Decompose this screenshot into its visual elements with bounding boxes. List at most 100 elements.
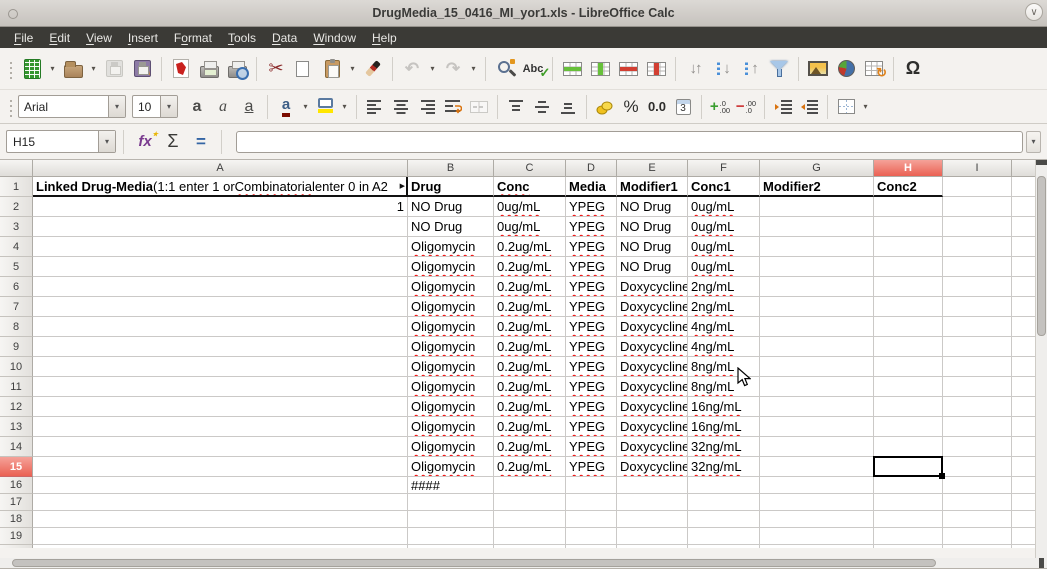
row-header-10[interactable]: 10 xyxy=(0,357,33,377)
column-header-H[interactable]: H xyxy=(874,160,943,177)
cell[interactable] xyxy=(943,357,1012,377)
cell-F2[interactable]: 0ug/mL xyxy=(688,197,760,217)
cell[interactable] xyxy=(760,377,874,397)
cell-F1[interactable]: Conc1 xyxy=(688,177,760,197)
menu-edit[interactable]: Edit xyxy=(41,29,78,47)
cell-E3[interactable]: NO Drug xyxy=(617,217,688,237)
cell-B15[interactable]: Oligomycin xyxy=(408,457,494,477)
percent-format-button[interactable]: % xyxy=(618,94,644,120)
cell[interactable] xyxy=(494,528,566,545)
align-top-button[interactable] xyxy=(503,94,529,120)
cell[interactable] xyxy=(943,297,1012,317)
insert-column-button[interactable] xyxy=(586,54,614,84)
cell[interactable] xyxy=(874,511,943,528)
cell-B11[interactable]: Oligomycin xyxy=(408,377,494,397)
cell[interactable] xyxy=(760,357,874,377)
new-document-dropdown[interactable]: ▾ xyxy=(46,54,59,84)
cell[interactable] xyxy=(688,511,760,528)
sort-button[interactable]: ↓↑ xyxy=(681,54,709,84)
menu-tools[interactable]: Tools xyxy=(220,29,264,47)
cell-C14[interactable]: 0.2ug/mL xyxy=(494,437,566,457)
cell-F6[interactable]: 2ng/mL xyxy=(688,277,760,297)
cell[interactable] xyxy=(760,257,874,277)
cell[interactable] xyxy=(760,545,874,548)
column-header-A[interactable]: A xyxy=(33,160,408,177)
cell[interactable] xyxy=(760,217,874,237)
cell[interactable] xyxy=(33,257,408,277)
cell[interactable] xyxy=(760,277,874,297)
cell-C3[interactable]: 0ug/mL xyxy=(494,217,566,237)
cell[interactable] xyxy=(494,545,566,548)
cell-C8[interactable]: 0.2ug/mL xyxy=(494,317,566,337)
horizontal-scrollbar-thumb[interactable] xyxy=(12,559,936,567)
menu-format[interactable]: Format xyxy=(166,29,220,47)
cell[interactable] xyxy=(1012,397,1035,417)
row-header-6[interactable]: 6 xyxy=(0,277,33,297)
cell[interactable] xyxy=(943,237,1012,257)
cell[interactable] xyxy=(617,494,688,511)
font-color-dropdown[interactable]: ▾ xyxy=(299,92,312,122)
horizontal-split-handle[interactable] xyxy=(1035,558,1047,568)
cell[interactable] xyxy=(1012,217,1035,237)
cell[interactable] xyxy=(943,545,1012,548)
function-wizard-button[interactable]: fx xyxy=(131,129,159,155)
row-header-11[interactable]: 11 xyxy=(0,377,33,397)
cell[interactable] xyxy=(874,217,943,237)
align-right-button[interactable] xyxy=(414,94,440,120)
menu-data[interactable]: Data xyxy=(264,29,305,47)
font-name-combo[interactable]: Arial▾ xyxy=(18,95,126,118)
row-header-20[interactable]: 20 xyxy=(0,545,33,548)
cell-E14[interactable]: Doxycycline xyxy=(617,437,688,457)
sort-ascending-button[interactable]: ↑ xyxy=(737,54,765,84)
cell[interactable] xyxy=(943,437,1012,457)
paste-dropdown[interactable]: ▾ xyxy=(346,54,359,84)
column-header-E[interactable]: E xyxy=(617,160,688,177)
cell[interactable] xyxy=(1012,197,1035,217)
cell-D4[interactable]: YPEG xyxy=(566,237,617,257)
cell[interactable] xyxy=(1012,437,1035,457)
cell-B9[interactable]: Oligomycin xyxy=(408,337,494,357)
export-pdf-button[interactable] xyxy=(167,54,195,84)
column-header-J[interactable]: J xyxy=(1012,160,1035,177)
cell[interactable] xyxy=(33,337,408,357)
row-header-9[interactable]: 9 xyxy=(0,337,33,357)
cell-C10[interactable]: 0.2ug/mL xyxy=(494,357,566,377)
name-box[interactable]: H15 ▾ xyxy=(6,130,116,153)
cell[interactable] xyxy=(408,494,494,511)
pivot-table-button[interactable] xyxy=(860,54,888,84)
cell[interactable] xyxy=(760,511,874,528)
cell-B1[interactable]: Drug xyxy=(408,177,494,197)
chevron-down-icon[interactable]: ▾ xyxy=(108,96,125,117)
underline-button[interactable]: a xyxy=(236,94,262,120)
cell-F14[interactable]: 32ng/mL xyxy=(688,437,760,457)
cell-E7[interactable]: Doxycycline xyxy=(617,297,688,317)
cell[interactable] xyxy=(33,357,408,377)
cell[interactable] xyxy=(943,477,1012,494)
cut-button[interactable]: ✂ xyxy=(262,54,290,84)
cell[interactable] xyxy=(760,437,874,457)
sum-button[interactable]: Σ xyxy=(159,129,187,155)
cell[interactable] xyxy=(874,477,943,494)
horizontal-scrollbar[interactable] xyxy=(0,558,1035,568)
cell-B4[interactable]: Oligomycin xyxy=(408,237,494,257)
cell[interactable] xyxy=(33,397,408,417)
cell[interactable] xyxy=(1012,357,1035,377)
row-header-18[interactable]: 18 xyxy=(0,511,33,528)
cell-E12[interactable]: Doxycycline xyxy=(617,397,688,417)
cell-D5[interactable]: YPEG xyxy=(566,257,617,277)
cell-C1[interactable]: Conc xyxy=(494,177,566,197)
paste-button[interactable] xyxy=(318,54,346,84)
cell[interactable] xyxy=(760,297,874,317)
cell[interactable] xyxy=(33,277,408,297)
cell[interactable] xyxy=(1012,494,1035,511)
formula-input[interactable] xyxy=(236,131,1023,153)
print-preview-button[interactable] xyxy=(223,54,251,84)
cell[interactable] xyxy=(1012,317,1035,337)
cell-B3[interactable]: NO Drug xyxy=(408,217,494,237)
highlight-color-dropdown[interactable]: ▾ xyxy=(338,92,351,122)
row-header-17[interactable]: 17 xyxy=(0,494,33,511)
cell-E9[interactable]: Doxycycline xyxy=(617,337,688,357)
cell-D13[interactable]: YPEG xyxy=(566,417,617,437)
chevron-down-icon[interactable]: ▾ xyxy=(160,96,177,117)
menu-insert[interactable]: Insert xyxy=(120,29,166,47)
